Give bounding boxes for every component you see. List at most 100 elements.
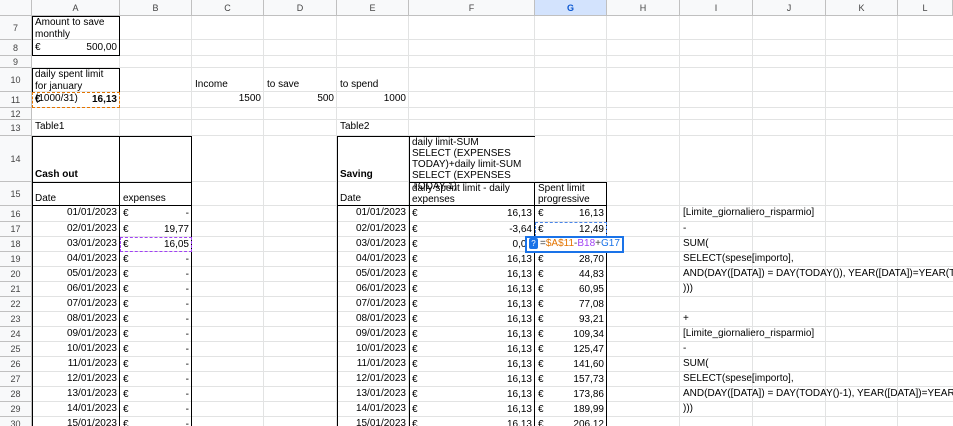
formula-help-icon[interactable]: ? xyxy=(529,238,538,249)
table2-date[interactable]: 13/01/2023 xyxy=(337,387,409,402)
table2-progressive[interactable]: €157,73 xyxy=(535,372,607,387)
column-header-b[interactable]: B xyxy=(120,0,192,16)
table1-date[interactable]: 01/01/2023 xyxy=(32,206,120,222)
table2-date[interactable]: 10/01/2023 xyxy=(337,342,409,357)
cell-g15[interactable]: Spent limit progressive xyxy=(535,182,607,206)
row-header-8[interactable]: 8 xyxy=(0,40,32,56)
cell-f15[interactable]: daily spent limit - daily expenses xyxy=(409,182,535,206)
table2-date[interactable]: 14/01/2023 xyxy=(337,402,409,417)
cell-e11[interactable]: 1000 xyxy=(337,92,409,108)
table1-expense[interactable]: € - xyxy=(120,282,192,297)
cell-d11[interactable]: 500 xyxy=(264,92,337,108)
table2-date[interactable]: 08/01/2023 xyxy=(337,312,409,327)
row-header-12[interactable]: 12 xyxy=(0,108,32,120)
table1-date[interactable]: 06/01/2023 xyxy=(32,282,120,297)
note-text[interactable]: ))) xyxy=(680,402,753,417)
table1-expense[interactable]: € - xyxy=(120,267,192,282)
row-header-23[interactable]: 23 xyxy=(0,312,32,327)
row-header-17[interactable]: 17 xyxy=(0,222,32,237)
table2-progressive[interactable]: €141,60 xyxy=(535,357,607,372)
table1-date[interactable]: 12/01/2023 xyxy=(32,372,120,387)
table2-diff[interactable]: €16,13 xyxy=(409,267,535,282)
table1-expense[interactable]: €19,77 xyxy=(120,222,192,237)
table2-date[interactable]: 05/01/2023 xyxy=(337,267,409,282)
table2-progressive[interactable]: €173,86 xyxy=(535,387,607,402)
table2-progressive[interactable]: €28,70 xyxy=(535,252,607,267)
table2-date[interactable]: 04/01/2023 xyxy=(337,252,409,267)
table2-diff[interactable]: € -3,64 xyxy=(409,222,535,237)
row-header-7[interactable]: 7 xyxy=(0,16,32,40)
note-text[interactable]: + xyxy=(680,312,753,327)
row-header-18[interactable]: 18 xyxy=(0,237,32,252)
note-text[interactable]: SUM( xyxy=(680,357,753,372)
table1-expense[interactable]: € - xyxy=(120,327,192,342)
table2-progressive[interactable]: €77,08 xyxy=(535,297,607,312)
table2-progressive[interactable]: €60,95 xyxy=(535,282,607,297)
table2-diff[interactable]: €16,13 xyxy=(409,372,535,387)
table2-diff[interactable]: €16,13 xyxy=(409,357,535,372)
table2-diff[interactable]: €16,13 xyxy=(409,206,535,222)
table2-diff[interactable]: €16,13 xyxy=(409,417,535,426)
table2-date[interactable]: 06/01/2023 xyxy=(337,282,409,297)
table2-diff[interactable]: €16,13 xyxy=(409,297,535,312)
cell-c10[interactable]: Income xyxy=(192,68,264,92)
note-text[interactable]: - xyxy=(680,342,753,357)
note-text[interactable]: - xyxy=(680,222,753,237)
cell-b15[interactable]: expenses xyxy=(120,182,192,206)
cell-c11[interactable]: 1500 xyxy=(192,92,264,108)
table2-diff[interactable]: €16,13 xyxy=(409,282,535,297)
table2-date[interactable]: 12/01/2023 xyxy=(337,372,409,387)
table1-expense[interactable]: € - xyxy=(120,206,192,222)
formula-edit-cell[interactable]: ? =$A$11-B18+G17 xyxy=(525,236,624,253)
column-header-e[interactable]: E xyxy=(337,0,409,16)
column-header-c[interactable]: C xyxy=(192,0,264,16)
row-header-26[interactable]: 26 xyxy=(0,357,32,372)
table2-date[interactable]: 02/01/2023 xyxy=(337,222,409,237)
row-header-14[interactable]: 14 xyxy=(0,136,32,182)
table1-expense[interactable]: € - xyxy=(120,387,192,402)
table1-expense[interactable]: € - xyxy=(120,372,192,387)
cell-a13[interactable]: Table1 xyxy=(32,120,120,136)
note-text[interactable]: SELECT(spese[importo], xyxy=(680,372,794,387)
note-text[interactable]: SELECT(spese[importo], xyxy=(680,252,794,267)
note-text[interactable]: AND(DAY([DATA]) = DAY(TODAY()), YEAR([DA… xyxy=(680,267,953,282)
row-header-10[interactable]: 10 xyxy=(0,68,32,92)
table2-progressive[interactable]: €16,13 xyxy=(535,206,607,222)
table2-date[interactable]: 01/01/2023 xyxy=(337,206,409,222)
table2-diff[interactable]: €16,13 xyxy=(409,327,535,342)
table1-expense[interactable]: € - xyxy=(120,357,192,372)
row-header-27[interactable]: 27 xyxy=(0,372,32,387)
table1-date[interactable]: 09/01/2023 xyxy=(32,327,120,342)
table1-expense[interactable]: € - xyxy=(120,417,192,426)
table2-diff[interactable]: €16,13 xyxy=(409,342,535,357)
row-header-30[interactable]: 30 xyxy=(0,417,32,426)
column-header-d[interactable]: D xyxy=(264,0,337,16)
table2-date[interactable]: 15/01/2023 xyxy=(337,417,409,426)
column-header-a[interactable]: A xyxy=(32,0,120,16)
row-header-28[interactable]: 28 xyxy=(0,387,32,402)
table2-progressive[interactable]: €109,34 xyxy=(535,327,607,342)
column-header-k[interactable]: K xyxy=(826,0,898,16)
cell-e14[interactable]: Saving xyxy=(337,136,409,182)
note-text[interactable]: ))) xyxy=(680,282,753,297)
note-text[interactable]: [Limite_giornaliero_risparmio] xyxy=(680,327,814,342)
cell-a8[interactable]: €500,00 xyxy=(32,40,120,56)
note-text[interactable]: SUM( xyxy=(680,237,753,252)
cell-a10[interactable]: daily spent limit for january (1000/31) xyxy=(32,68,120,104)
table2-diff[interactable]: €16,13 xyxy=(409,252,535,267)
table1-expense[interactable]: € - xyxy=(120,312,192,327)
table2-progressive[interactable]: €206,12 xyxy=(535,417,607,426)
note-text[interactable]: [Limite_giornaliero_risparmio] xyxy=(680,206,814,222)
table1-expense[interactable]: € - xyxy=(120,342,192,357)
table1-date[interactable]: 08/01/2023 xyxy=(32,312,120,327)
row-header-24[interactable]: 24 xyxy=(0,327,32,342)
cell-e10[interactable]: to spend xyxy=(337,68,409,92)
table1-date[interactable]: 04/01/2023 xyxy=(32,252,120,267)
row-header-11[interactable]: 11 xyxy=(0,92,32,108)
table1-date[interactable]: 02/01/2023 xyxy=(32,222,120,237)
spreadsheet-grid[interactable]: ABCDEFGHIJKL 7 8 9 10 11 12 13 14 15 16 17 18 19 20 21… xyxy=(0,0,953,426)
cell-f14[interactable]: daily limit-SUM SELECT (EXPENSES TODAY)+… xyxy=(409,136,535,192)
row-header-19[interactable]: 19 xyxy=(0,252,32,267)
row-header-20[interactable]: 20 xyxy=(0,267,32,282)
table2-progressive[interactable]: €44,83 xyxy=(535,267,607,282)
